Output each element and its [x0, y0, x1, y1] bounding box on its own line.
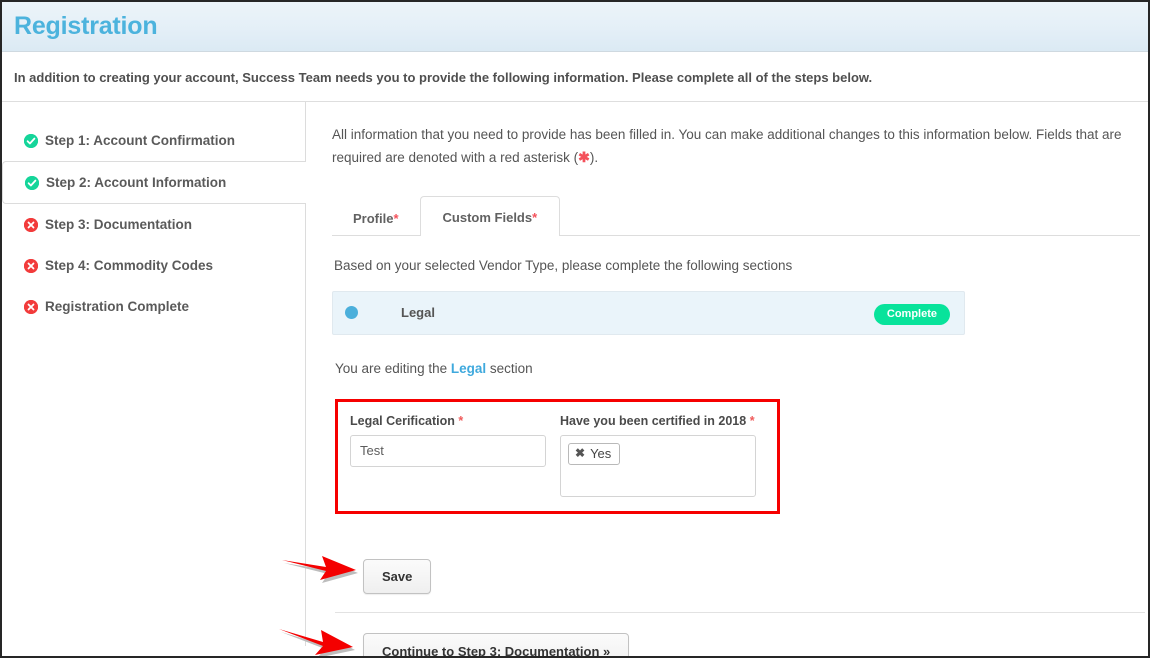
continue-button-row: Continue to Step 3: Documentation »	[279, 628, 1140, 656]
editing-section-note: You are editing the Legal section	[335, 361, 1140, 376]
editing-note-prefix: You are editing the	[335, 360, 451, 376]
required-asterisk-icon: ✱	[578, 148, 590, 165]
sidebar-item-registration-complete[interactable]: Registration Complete	[2, 286, 305, 327]
page-body: Step 1: Account Confirmation Step 2: Acc…	[2, 102, 1148, 656]
x-circle-icon	[24, 217, 38, 232]
sidebar-item-label: Registration Complete	[45, 299, 190, 314]
tab-required-star: *	[393, 210, 399, 226]
page-title: Registration	[14, 12, 158, 40]
save-button[interactable]: Save	[363, 558, 432, 594]
required-star: *	[458, 413, 464, 428]
remove-tag-icon[interactable]: ✖	[575, 447, 585, 459]
tab-custom-fields[interactable]: Custom Fields*	[419, 195, 561, 236]
selected-tag[interactable]: ✖ Yes	[568, 442, 621, 465]
highlighted-field-group: Legal Cerification * Have you been certi…	[335, 398, 780, 514]
tab-profile[interactable]: Profile*	[332, 199, 420, 236]
legal-certification-input[interactable]	[350, 434, 546, 467]
field-legal-certification: Legal Cerification *	[350, 414, 546, 497]
sidebar-item-step-1[interactable]: Step 1: Account Confirmation	[2, 120, 305, 161]
page-header: Registration	[2, 2, 1148, 52]
intro-instructions: In addition to creating your account, Su…	[2, 52, 1148, 102]
field-label: Have you been certified in 2018 *	[560, 414, 756, 428]
tab-label: Custom Fields	[442, 209, 533, 225]
check-circle-icon	[25, 175, 39, 190]
field-certified-2018: Have you been certified in 2018 * ✖ Yes	[560, 414, 756, 497]
field-label-text: Legal Cerification	[350, 413, 455, 428]
sidebar-item-label: Step 4: Commodity Codes	[45, 258, 214, 273]
editing-section-link[interactable]: Legal	[451, 361, 486, 376]
x-circle-icon	[24, 258, 38, 273]
tab-required-star: *	[532, 209, 538, 225]
lead-text-1: All information that you need to provide…	[332, 127, 1122, 165]
sidebar-item-label: Step 3: Documentation	[45, 217, 193, 232]
section-divider	[335, 611, 1145, 613]
field-label: Legal Cerification *	[350, 414, 546, 428]
certified-2018-multiselect[interactable]: ✖ Yes	[560, 434, 756, 497]
status-badge: Complete	[873, 304, 950, 326]
required-star: *	[749, 413, 755, 428]
lead-text-2: ).	[589, 149, 599, 165]
sidebar-item-label: Step 2: Account Information	[46, 175, 227, 190]
sidebar-item-label: Step 1: Account Confirmation	[45, 133, 236, 148]
sidebar-item-step-4[interactable]: Step 4: Commodity Codes	[2, 245, 305, 286]
check-circle-icon	[24, 133, 38, 148]
tag-label: Yes	[590, 445, 612, 461]
sidebar-item-step-2[interactable]: Step 2: Account Information	[2, 161, 306, 204]
x-circle-icon	[24, 299, 38, 314]
section-status-dot-icon	[345, 306, 358, 320]
tab-bar: Profile* Custom Fields*	[332, 195, 1140, 236]
tab-label: Profile	[353, 210, 394, 226]
sidebar-item-step-3[interactable]: Step 3: Documentation	[2, 204, 305, 245]
section-row-legal[interactable]: Legal Complete	[332, 290, 965, 335]
section-title: Legal	[401, 305, 435, 321]
lead-paragraph: All information that you need to provide…	[332, 124, 1140, 169]
steps-sidebar: Step 1: Account Confirmation Step 2: Acc…	[2, 102, 306, 646]
field-label-text: Have you been certified in 2018	[560, 413, 747, 428]
vendor-type-note: Based on your selected Vendor Type, plea…	[334, 257, 793, 273]
continue-button[interactable]: Continue to Step 3: Documentation »	[363, 632, 630, 656]
main-content: All information that you need to provide…	[279, 102, 1148, 656]
save-button-row: Save	[282, 555, 1140, 594]
editing-note-suffix: section	[486, 360, 533, 376]
registration-screen: Registration In addition to creating you…	[0, 0, 1150, 658]
